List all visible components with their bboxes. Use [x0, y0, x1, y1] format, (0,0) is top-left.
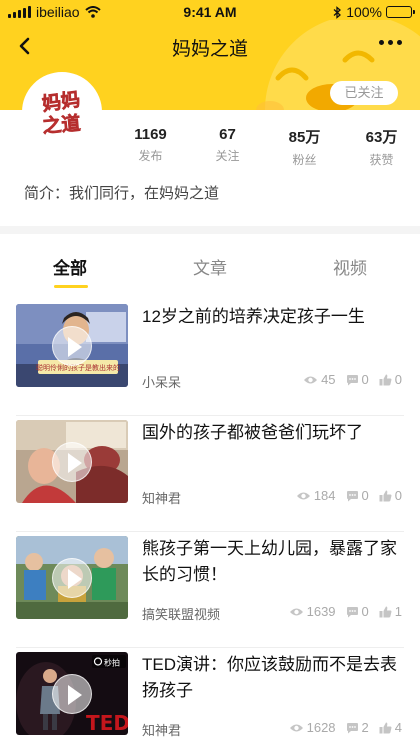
- list-item[interactable]: 熊孩子第一天上幼儿园，暴露了家长的习惯！ 搞笑联盟视频 1639 0 1: [0, 532, 420, 648]
- more-icon[interactable]: [379, 40, 402, 45]
- tab-all[interactable]: 全部: [30, 254, 110, 279]
- video-thumbnail[interactable]: TED 秒拍: [16, 652, 128, 735]
- item-title[interactable]: 国外的孩子都被爸爸们玩坏了: [142, 420, 402, 446]
- view-count: 45: [321, 372, 336, 387]
- video-thumbnail[interactable]: [16, 420, 128, 503]
- tab-videos[interactable]: 视频: [310, 254, 390, 279]
- content-tabs: 全部 文章 视频: [0, 234, 420, 290]
- stat-value: 1169: [134, 126, 167, 143]
- follow-button[interactable]: 已关注: [330, 81, 398, 105]
- thumbs-up-icon: [379, 490, 392, 501]
- battery-percent: 100%: [346, 4, 382, 20]
- battery-icon: [386, 6, 415, 18]
- like-count: 4: [394, 720, 402, 735]
- profile-stats: 1169 发布 67 关注 85万 粉丝 63万 获赞: [112, 126, 420, 168]
- stat-followers[interactable]: 85万 粉丝: [266, 126, 343, 168]
- play-icon[interactable]: [52, 442, 92, 482]
- list-item[interactable]: 聪明伶俐的孩子是教出来的 12岁之前的培养决定孩子一生 小呆呆 45 0 0: [0, 300, 420, 416]
- comment-icon: [346, 606, 358, 617]
- play-icon[interactable]: [52, 326, 92, 366]
- view-count: 1628: [306, 720, 336, 735]
- comment-count: 0: [361, 372, 369, 387]
- item-meta: 45 0 0: [293, 372, 402, 387]
- video-thumbnail[interactable]: [16, 536, 128, 619]
- item-title[interactable]: TED演讲：你应该鼓励而不是去表扬孩子: [142, 652, 402, 704]
- play-icon[interactable]: [52, 558, 92, 598]
- item-meta: 1628 2 4: [279, 720, 402, 735]
- stat-value: 63万: [365, 129, 398, 146]
- section-divider: [0, 226, 420, 234]
- thumbs-up-icon: [379, 722, 392, 733]
- tab-articles[interactable]: 文章: [170, 254, 250, 279]
- item-author[interactable]: 搞笑联盟视频: [142, 604, 220, 623]
- stat-following[interactable]: 67 关注: [189, 126, 266, 168]
- bluetooth-icon: [333, 5, 342, 19]
- list-item[interactable]: TED 秒拍 TED演讲：你应该鼓励而不是去表扬孩子 知神君 1628 2 4: [0, 648, 420, 747]
- item-author[interactable]: 小呆呆: [142, 372, 181, 391]
- thumbs-up-icon: [379, 606, 392, 617]
- item-meta: 1639 0 1: [279, 604, 402, 619]
- thumbnail-badge: 秒拍: [104, 658, 120, 668]
- eye-icon: [289, 608, 303, 615]
- item-author[interactable]: 知神君: [142, 488, 181, 507]
- video-list: 聪明伶俐的孩子是教出来的 12岁之前的培养决定孩子一生 小呆呆 45 0 0 国…: [0, 300, 420, 747]
- stat-value: 85万: [288, 129, 321, 146]
- comment-count: 0: [361, 488, 369, 503]
- comment-count: 0: [361, 604, 369, 619]
- svg-text:之道: 之道: [41, 111, 81, 137]
- view-count: 1639: [306, 604, 336, 619]
- comment-icon: [346, 722, 358, 733]
- like-count: 0: [394, 372, 402, 387]
- stat-label: 发布: [138, 149, 163, 163]
- item-meta: 184 0 0: [286, 488, 402, 503]
- list-item[interactable]: 国外的孩子都被爸爸们玩坏了 知神君 184 0 0: [0, 416, 420, 532]
- comment-count: 2: [361, 720, 369, 735]
- stat-value: 67: [219, 126, 236, 143]
- stat-label: 粉丝: [292, 153, 317, 167]
- status-bar: ibeiliao 9:41 AM 100%: [0, 0, 420, 26]
- eye-icon: [304, 376, 318, 383]
- like-count: 0: [394, 488, 402, 503]
- item-title[interactable]: 12岁之前的培养决定孩子一生: [142, 304, 402, 330]
- nav-bar: 妈妈之道: [0, 26, 420, 66]
- stat-label: 关注: [215, 149, 240, 163]
- video-thumbnail[interactable]: 聪明伶俐的孩子是教出来的: [16, 304, 128, 387]
- page-title: 妈妈之道: [171, 39, 248, 60]
- thumbs-up-icon: [379, 374, 392, 385]
- eye-icon: [289, 724, 303, 731]
- stat-posts[interactable]: 1169 发布: [112, 126, 189, 168]
- item-title[interactable]: 熊孩子第一天上幼儿园，暴露了家长的习惯！: [142, 536, 402, 588]
- stat-likes[interactable]: 63万 获赞: [343, 126, 420, 168]
- tab-indicator: [54, 285, 88, 288]
- eye-icon: [296, 492, 310, 499]
- item-author[interactable]: 知神君: [142, 720, 181, 739]
- stat-label: 获赞: [369, 153, 394, 167]
- play-icon[interactable]: [52, 674, 92, 714]
- profile-intro: 简介：我们同行，在妈妈之道: [24, 185, 220, 202]
- view-count: 184: [313, 488, 336, 503]
- ted-watermark: TED: [86, 711, 128, 735]
- avatar-logo: 妈妈 之道: [25, 75, 99, 149]
- comment-icon: [346, 374, 358, 385]
- like-count: 1: [394, 604, 402, 619]
- comment-icon: [346, 490, 358, 501]
- avatar[interactable]: 妈妈 之道: [22, 72, 102, 152]
